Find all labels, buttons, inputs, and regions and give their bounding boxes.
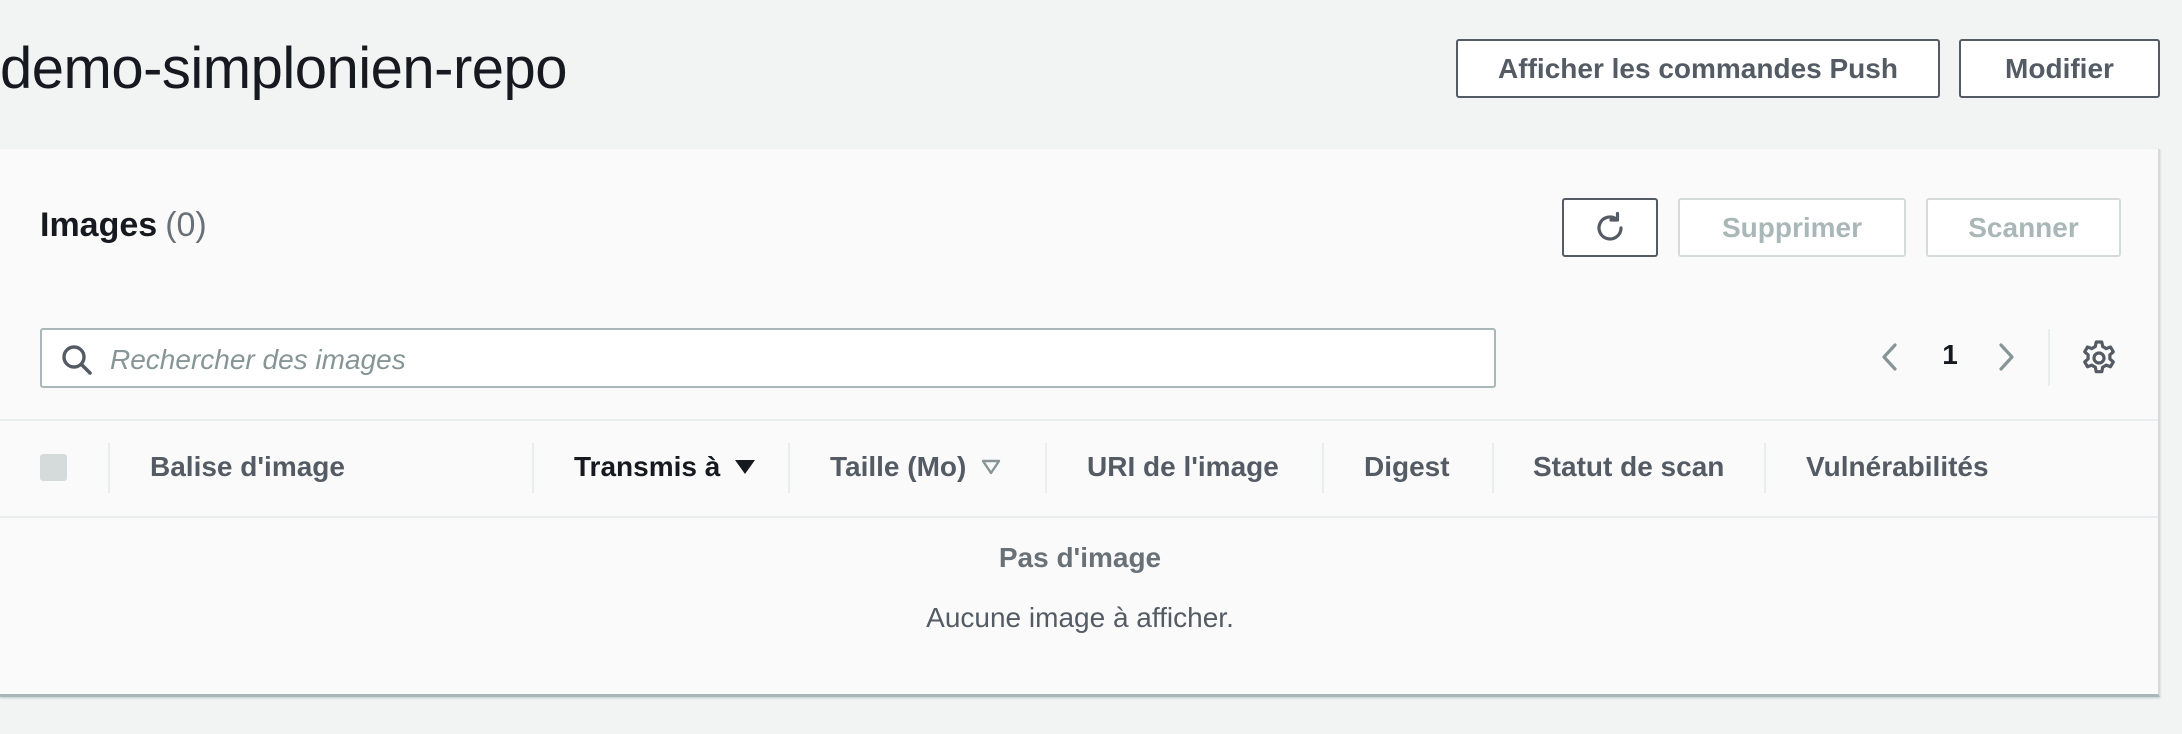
column-separator xyxy=(788,443,790,493)
pagination-current-page[interactable]: 1 xyxy=(1935,339,1965,371)
sort-descending-icon xyxy=(735,460,756,474)
column-label: Transmis à xyxy=(574,451,721,482)
images-heading: Images (0) xyxy=(40,206,207,245)
column-header-digest[interactable]: Digest xyxy=(1364,451,1450,483)
column-label: Balise d'image xyxy=(150,451,345,482)
column-separator xyxy=(1045,443,1047,493)
page-title: demo-simplonien-repo xyxy=(0,36,568,101)
column-header-size[interactable]: Taille (Mo) xyxy=(830,451,1002,483)
column-separator xyxy=(1492,443,1494,493)
column-label: URI de l'image xyxy=(1087,451,1279,482)
empty-state-message: Aucune image à afficher. xyxy=(926,602,1234,633)
search-icon xyxy=(62,345,92,375)
column-separator xyxy=(1322,443,1324,493)
images-heading-label: Images xyxy=(40,206,158,244)
column-separator xyxy=(1764,443,1766,493)
column-header-scan-status[interactable]: Statut de scan xyxy=(1533,451,1724,483)
sort-icon xyxy=(982,459,1001,475)
column-separator xyxy=(108,443,110,493)
gear-icon[interactable] xyxy=(2080,339,2118,377)
search-input[interactable]: Rechercher des images xyxy=(40,328,1496,388)
column-label: Vulnérabilités xyxy=(1806,451,1989,482)
column-header-image-tag[interactable]: Balise d'image xyxy=(150,451,345,483)
refresh-button[interactable] xyxy=(1562,198,1658,257)
images-count: (0) xyxy=(165,206,207,244)
refresh-icon xyxy=(1597,211,1623,241)
delete-button[interactable]: Supprimer xyxy=(1678,198,1906,257)
column-separator xyxy=(532,443,534,493)
column-label: Statut de scan xyxy=(1533,451,1725,482)
table-header: Balise d'image Transmis à Taille (Mo) UR… xyxy=(0,419,2158,518)
scan-button[interactable]: Scanner xyxy=(1926,198,2121,257)
empty-state-title: Pas d'image xyxy=(998,542,1162,573)
select-all-checkbox[interactable] xyxy=(40,454,67,481)
chevron-right-icon[interactable] xyxy=(1992,337,2022,377)
edit-button[interactable]: Modifier xyxy=(1959,39,2160,98)
column-header-vulnerabilities[interactable]: Vulnérabilités xyxy=(1806,451,1989,483)
column-label: Digest xyxy=(1364,451,1450,482)
column-header-pushed-at[interactable]: Transmis à xyxy=(574,451,756,483)
view-push-commands-button[interactable]: Afficher les commandes Push xyxy=(1456,39,1940,98)
images-panel: Images (0) Supprimer Scanner Rechercher d… xyxy=(0,149,2160,697)
column-header-image-uri[interactable]: URI de l'image xyxy=(1087,451,1279,483)
chevron-left-icon[interactable] xyxy=(1874,337,1904,377)
pagination-divider xyxy=(2048,329,2050,386)
column-label: Taille (Mo) xyxy=(830,451,967,482)
search-placeholder: Rechercher des images xyxy=(110,344,406,375)
